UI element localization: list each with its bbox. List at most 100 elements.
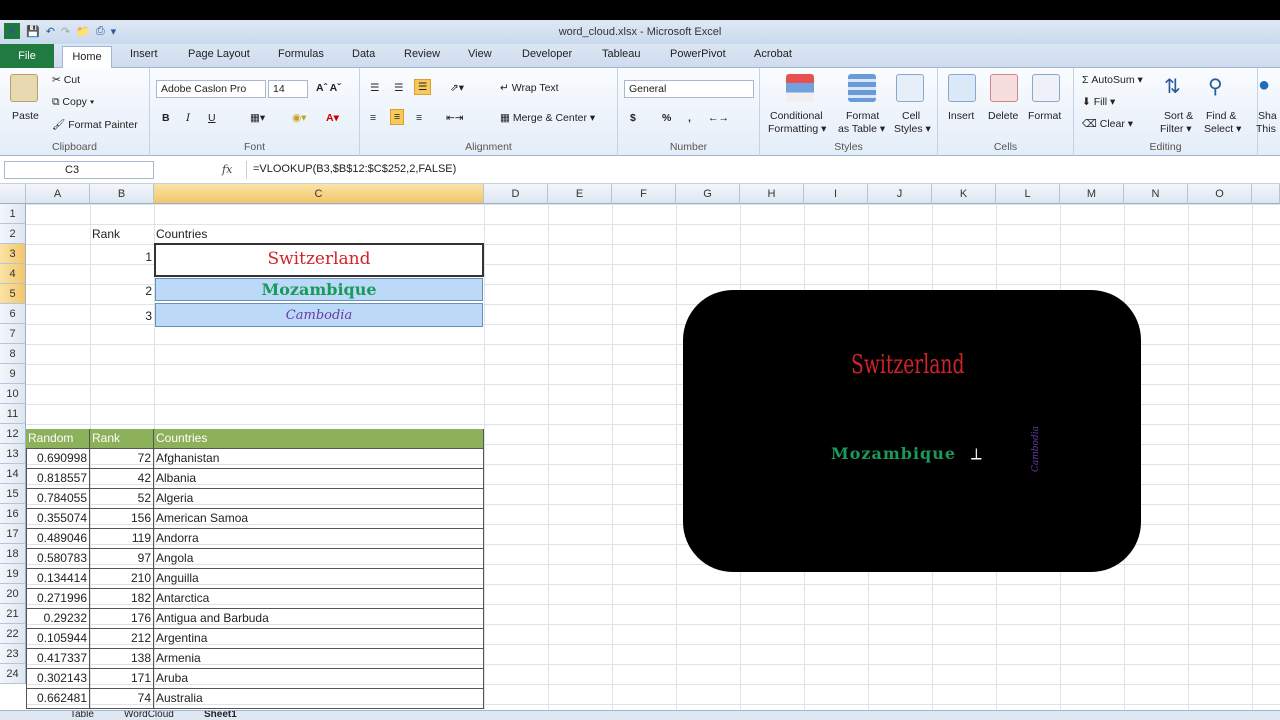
tab-page-layout[interactable]: Page Layout [188, 48, 250, 60]
delete-cells-button[interactable]: Delete [988, 110, 1018, 122]
delete-cells-icon[interactable] [990, 74, 1018, 102]
rank-cell[interactable]: 182 [90, 589, 154, 609]
align-center-icon[interactable]: ≡ [390, 109, 405, 125]
random-cell[interactable]: 0.818557 [26, 469, 90, 489]
tab-file[interactable]: File [0, 44, 54, 68]
col-header-k[interactable]: K [932, 184, 996, 204]
rank-cell[interactable]: 176 [90, 609, 154, 629]
merge-center-button[interactable]: ▦ Merge & Center ▾ [500, 112, 595, 124]
tab-view[interactable]: View [468, 48, 492, 60]
random-cell[interactable]: 0.105944 [26, 629, 90, 649]
col-header-a[interactable]: A [26, 184, 90, 204]
country-cell[interactable]: Algeria [154, 489, 484, 509]
row-header[interactable]: 10 [0, 384, 26, 404]
format-as-table-button[interactable]: Format [846, 110, 879, 122]
col-header-f[interactable]: F [612, 184, 676, 204]
col-header-n[interactable]: N [1124, 184, 1188, 204]
countries-header-cell[interactable]: Countries [156, 224, 356, 244]
conditional-formatting-icon[interactable] [786, 74, 814, 102]
row-header[interactable]: 5 [0, 284, 26, 304]
tab-powerpivot[interactable]: PowerPivot [670, 48, 726, 60]
row-header[interactable]: 11 [0, 404, 26, 424]
rank-cell-1[interactable]: 1 [90, 247, 152, 267]
share-button[interactable]: Sha [1258, 110, 1277, 122]
random-header[interactable]: Random [26, 429, 90, 449]
country-cell[interactable]: Aruba [154, 669, 484, 689]
fill-button[interactable]: ⬇ Fill ▾ [1082, 96, 1115, 108]
rank-cell[interactable]: 97 [90, 549, 154, 569]
wrap-text-button[interactable]: ↵ Wrap Text [500, 82, 559, 94]
number-format-select[interactable]: General [624, 80, 754, 98]
random-cell[interactable]: 0.134414 [26, 569, 90, 589]
row-header[interactable]: 6 [0, 304, 26, 324]
random-cell[interactable]: 0.355074 [26, 509, 90, 529]
insert-cells-button[interactable]: Insert [948, 110, 974, 122]
row-header[interactable]: 20 [0, 584, 26, 604]
rank-cell[interactable]: 74 [90, 689, 154, 709]
indent-icon[interactable]: ⇤⇥ [446, 112, 464, 124]
mozambique-cell[interactable]: Mozambique [155, 278, 483, 301]
format-painter-button[interactable]: 🖌 Format Painter [52, 118, 138, 131]
align-middle-icon[interactable]: ☰ [394, 82, 403, 94]
insert-cells-icon[interactable] [948, 74, 976, 102]
rank-header[interactable]: Rank [90, 429, 154, 449]
paste-icon[interactable] [10, 74, 38, 102]
row-header[interactable]: 9 [0, 364, 26, 384]
tab-tableau[interactable]: Tableau [602, 48, 641, 60]
tab-data[interactable]: Data [352, 48, 375, 60]
row-header[interactable]: 22 [0, 624, 26, 644]
row-header[interactable]: 12 [0, 424, 26, 444]
underline-button[interactable]: U [208, 112, 216, 124]
italic-button[interactable]: I [186, 112, 190, 124]
row-header[interactable]: 7 [0, 324, 26, 344]
rank-cell[interactable]: 210 [90, 569, 154, 589]
random-cell[interactable]: 0.662481 [26, 689, 90, 709]
rank-cell[interactable]: 156 [90, 509, 154, 529]
bold-button[interactable]: B [162, 112, 170, 124]
orientation-icon[interactable]: ⇗▾ [450, 82, 464, 94]
rank-cell[interactable]: 119 [90, 529, 154, 549]
rank-cell[interactable]: 212 [90, 629, 154, 649]
col-header-d[interactable]: D [484, 184, 548, 204]
country-cell[interactable]: Afghanistan [154, 449, 484, 469]
country-cell[interactable]: Australia [154, 689, 484, 709]
col-header-l[interactable]: L [996, 184, 1060, 204]
tab-home[interactable]: Home [62, 46, 112, 69]
rank-cell[interactable]: 171 [90, 669, 154, 689]
country-cell[interactable]: Anguilla [154, 569, 484, 589]
countries-header[interactable]: Countries [154, 429, 484, 449]
binoculars-icon[interactable]: ⚲ [1208, 74, 1223, 99]
conditional-formatting-button[interactable]: Conditional [770, 110, 823, 122]
col-header-o[interactable]: O [1188, 184, 1252, 204]
grow-font-icon[interactable]: Aˆ Aˇ [316, 82, 341, 94]
tab-acrobat[interactable]: Acrobat [754, 48, 792, 60]
font-color-icon[interactable]: A▾ [326, 112, 339, 124]
rank-header-cell[interactable]: Rank [92, 224, 152, 244]
country-cell[interactable]: Albania [154, 469, 484, 489]
decimal-icon[interactable]: ←→ [708, 112, 729, 124]
col-header-i[interactable]: I [804, 184, 868, 204]
random-cell[interactable]: 0.302143 [26, 669, 90, 689]
col-header-j[interactable]: J [868, 184, 932, 204]
row-header[interactable]: 16 [0, 504, 26, 524]
rank-cell[interactable]: 72 [90, 449, 154, 469]
currency-button[interactable]: $ [630, 112, 636, 124]
align-left-icon[interactable]: ≡ [370, 112, 376, 124]
share-icon[interactable]: ● [1258, 74, 1270, 97]
name-box[interactable]: C3 [4, 161, 154, 179]
country-cell[interactable]: American Samoa [154, 509, 484, 529]
cell-styles-button[interactable]: Cell [902, 110, 920, 122]
find-select-button[interactable]: Find & [1206, 110, 1236, 122]
row-header[interactable]: 13 [0, 444, 26, 464]
col-header-m[interactable]: M [1060, 184, 1124, 204]
format-cells-button[interactable]: Format [1028, 110, 1061, 122]
rank-cell-3[interactable]: 3 [90, 306, 152, 326]
format-cells-icon[interactable] [1032, 74, 1060, 102]
random-cell[interactable]: 0.784055 [26, 489, 90, 509]
align-top-icon[interactable]: ☰ [370, 82, 379, 94]
cambodia-cell[interactable]: Cambodia [155, 303, 483, 327]
selected-cell-c3[interactable]: Switzerland [154, 243, 484, 277]
font-size-select[interactable]: 14 [268, 80, 308, 98]
font-name-select[interactable]: Adobe Caslon Pro [156, 80, 266, 98]
sheet-tab-table[interactable]: Table [70, 711, 94, 720]
